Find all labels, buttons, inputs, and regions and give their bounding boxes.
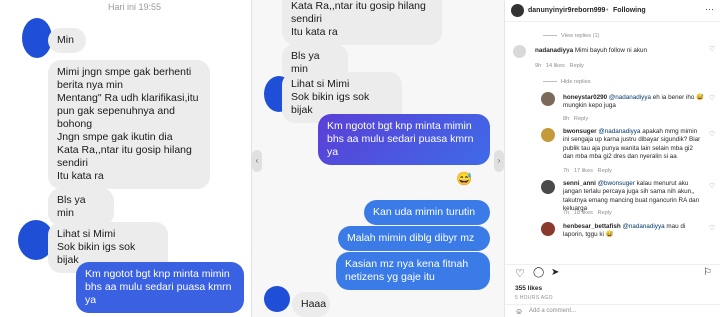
- message-bubble: Haaa: [292, 292, 330, 317]
- comment-meta: 8h Reply: [563, 116, 589, 122]
- like-icon[interactable]: ♡: [709, 182, 715, 190]
- like-icon[interactable]: ♡: [709, 224, 715, 232]
- emoji-reaction: 😅: [456, 171, 473, 186]
- comment-text: henbesar_bettafish @nadanadiyya mau di l…: [563, 223, 686, 239]
- comment-input-bar: ☺ Add a comment...: [505, 304, 720, 317]
- message-bubble: Km ngotot bgt knp minta mimin bhs aa mul…: [76, 262, 244, 313]
- comment-text: honeystar0290 @nadanadiyya eh ia bener i…: [563, 94, 704, 110]
- avatar[interactable]: [541, 180, 555, 194]
- view-replies-link[interactable]: View replies (1): [543, 33, 599, 39]
- carousel-prev-button[interactable]: ‹: [252, 150, 262, 172]
- post-username[interactable]: danunyinyir9reborn999: [528, 7, 605, 14]
- message-bubble: Kasian mz nya kena fitnah netizens yg ga…: [336, 252, 490, 290]
- message-bubble: Kata Ra,,ntar itu gosip hilang sendiri I…: [282, 0, 442, 45]
- chat-timestamp: Hari ini 19:55: [108, 2, 162, 12]
- comment-username: nadanadiyya: [535, 47, 574, 54]
- emoji-icon[interactable]: ☺: [515, 307, 523, 316]
- heart-icon[interactable]: ♡: [515, 267, 525, 280]
- comment-text: senni_anni @bwonsuger kalau menurut aku …: [563, 180, 700, 212]
- following-button[interactable]: Following: [613, 7, 646, 14]
- like-icon[interactable]: ♡: [709, 130, 715, 138]
- avatar[interactable]: [541, 128, 555, 142]
- comment-text: bwonsuger @nadanadiyya apakah mmg mimin …: [563, 128, 701, 160]
- message-bubble: Malah mimin diblg dibyr mz: [338, 226, 490, 251]
- likes-count: 355 likes: [515, 285, 543, 292]
- like-icon[interactable]: ♡: [709, 94, 715, 102]
- post-time: 5 HOURS AGO: [515, 295, 553, 301]
- reply-link[interactable]: Reply: [598, 210, 612, 216]
- reply-link[interactable]: Reply: [574, 116, 588, 122]
- share-icon[interactable]: ➤: [551, 267, 559, 278]
- post-actions-bar: ♡ ◯ ➤ ⚐: [505, 264, 720, 280]
- bookmark-icon[interactable]: ⚐: [703, 267, 712, 278]
- censor-blob: [264, 286, 290, 312]
- message-bubble: Bls ya min: [48, 188, 114, 226]
- avatar[interactable]: [541, 92, 555, 106]
- avatar[interactable]: [541, 222, 555, 236]
- comment-text: nadanadiyya Mimi bayuh follow ni akun: [535, 47, 648, 54]
- message-bubble: Min: [48, 28, 86, 53]
- message-bubble: Km ngotot bgt knp minta mimin bhs aa mul…: [318, 114, 490, 165]
- hide-replies-link[interactable]: Hide replies: [543, 79, 591, 85]
- reply-link[interactable]: Reply: [570, 63, 584, 69]
- like-icon[interactable]: ♡: [709, 45, 715, 53]
- instagram-comments-panel: danunyinyir9reborn999 • Following ··· Vi…: [504, 0, 720, 317]
- chat-screenshot-1: Hari ini 19:55 Min Mimi jngn smpe gak be…: [0, 0, 252, 317]
- carousel-next-button[interactable]: ›: [494, 150, 504, 172]
- avatar[interactable]: [513, 45, 526, 58]
- comment-icon[interactable]: ◯: [533, 267, 544, 278]
- post-header: danunyinyir9reborn999 • Following ···: [505, 0, 720, 22]
- comment-meta: 9h 14 likes Reply: [535, 63, 584, 69]
- separator-dot: •: [606, 7, 609, 14]
- avatar[interactable]: [511, 4, 524, 17]
- reply-link[interactable]: Reply: [598, 168, 612, 174]
- comment-meta: 7h 18 likes Reply: [563, 210, 612, 216]
- message-bubble: Kan uda mimin turutin: [364, 200, 490, 225]
- message-bubble: Mimi jngn smpe gak berhenti berita nya m…: [48, 60, 210, 189]
- chat-screenshot-2: ‹ Kata Ra,,ntar itu gosip hilang sendiri…: [252, 0, 504, 317]
- more-options-icon[interactable]: ···: [705, 4, 714, 14]
- add-comment-input[interactable]: Add a comment...: [529, 308, 576, 314]
- comment-meta: 7h 17 likes Reply: [563, 168, 612, 174]
